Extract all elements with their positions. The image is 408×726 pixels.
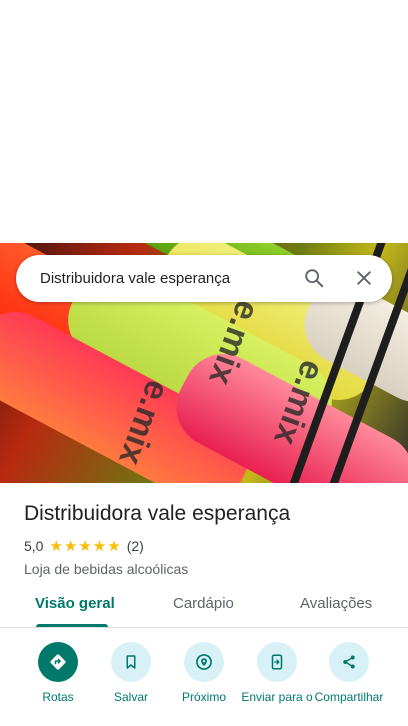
tab-reviews[interactable]: Avaliações xyxy=(300,595,372,612)
save-label: Salvar xyxy=(113,690,148,704)
bookmark-icon xyxy=(111,642,151,682)
share-icon xyxy=(329,642,369,682)
send-to-phone-icon xyxy=(257,642,297,682)
search-icon[interactable] xyxy=(303,267,325,289)
share-label: Compartilhar xyxy=(314,690,384,704)
tab-menu[interactable]: Cardápio xyxy=(173,595,234,612)
nearby-button[interactable]: Próximo xyxy=(164,642,244,705)
search-bar[interactable]: Distribuidora vale esperança xyxy=(16,255,392,302)
send-to-phone-label: Enviar para o xyxy=(241,690,313,704)
directions-button[interactable]: Rotas xyxy=(18,642,98,705)
tab-bar: Visão geral Cardápio Avaliações xyxy=(0,590,408,628)
search-input[interactable]: Distribuidora vale esperança xyxy=(40,270,392,287)
directions-label: Rotas xyxy=(42,690,74,704)
place-info: Distribuidora vale esperança 5,0 ★★★★★ (… xyxy=(24,500,394,577)
rating-value: 5,0 xyxy=(24,538,44,554)
action-bar: Rotas Salvar Próximo Enviar para o Compa… xyxy=(0,642,408,726)
rating-row[interactable]: 5,0 ★★★★★ (2) xyxy=(24,537,394,555)
directions-icon xyxy=(38,642,78,682)
star-rating-icon: ★★★★★ xyxy=(49,538,122,555)
blank-area xyxy=(0,0,408,243)
share-button[interactable]: Compartilhar xyxy=(309,642,389,705)
place-title: Distribuidora vale esperança xyxy=(24,502,291,525)
nearby-label: Próximo xyxy=(181,690,226,704)
tab-overview[interactable]: Visão geral xyxy=(35,595,115,612)
review-count: (2) xyxy=(126,538,144,554)
close-icon[interactable] xyxy=(354,268,374,288)
send-to-phone-button[interactable]: Enviar para o xyxy=(237,642,317,705)
save-button[interactable]: Salvar xyxy=(91,642,171,705)
place-category[interactable]: Loja de bebidas alcoólicas xyxy=(24,561,394,577)
nearby-icon xyxy=(184,642,224,682)
active-tab-indicator xyxy=(36,624,108,627)
